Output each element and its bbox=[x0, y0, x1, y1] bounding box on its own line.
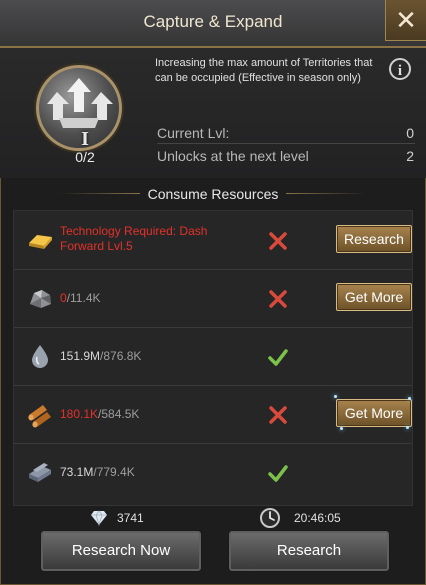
steel-need: /779.4K bbox=[93, 465, 135, 479]
consume-resources-title: Consume Resources bbox=[147, 186, 279, 202]
oil-drop-icon bbox=[32, 345, 48, 368]
check-icon bbox=[268, 349, 288, 366]
close-button[interactable]: ✕ bbox=[385, 0, 426, 41]
wood-logs-icon bbox=[28, 405, 51, 428]
clock-icon bbox=[260, 508, 280, 528]
stats-divider bbox=[157, 143, 415, 144]
next-unlock-value: 2 bbox=[406, 148, 414, 164]
research-tech-button[interactable]: Research bbox=[336, 225, 412, 253]
oil-need: /876.8K bbox=[100, 349, 142, 363]
section-ornament-right bbox=[286, 193, 366, 194]
current-level-value: 0 bbox=[406, 125, 414, 141]
research-button[interactable]: Research bbox=[229, 531, 389, 571]
resource-row-iron: 0/11.4K Get More bbox=[14, 269, 412, 328]
gems-cost: 3741 bbox=[117, 511, 144, 525]
sparkle-effect bbox=[406, 426, 409, 429]
cross-icon bbox=[269, 232, 287, 250]
steel-amount: 73.1M/779.4K bbox=[60, 465, 135, 479]
iron-have: 0 bbox=[60, 291, 67, 305]
info-icon[interactable]: i bbox=[389, 58, 411, 80]
wood-amount: 180.1K/584.5K bbox=[60, 407, 139, 421]
iron-ore-icon bbox=[30, 290, 51, 308]
research-time: 20:46:05 bbox=[294, 511, 341, 525]
get-more-iron-button[interactable]: Get More bbox=[336, 283, 412, 311]
resource-list: Technology Required: Dash Forward Lvl.5 … bbox=[13, 210, 413, 506]
wood-have: 180.1K bbox=[60, 407, 99, 421]
cross-icon bbox=[269, 290, 287, 308]
close-icon: ✕ bbox=[395, 4, 417, 35]
diamond-icon bbox=[91, 510, 107, 526]
title-bar: Capture & Expand ✕ bbox=[0, 0, 426, 48]
sparkle-effect bbox=[408, 397, 411, 400]
oil-amount: 151.9M/876.8K bbox=[60, 349, 141, 363]
sparkle-effect bbox=[340, 427, 343, 430]
current-level-label: Current Lvl: bbox=[157, 125, 230, 141]
get-more-wood-button[interactable]: Get More bbox=[336, 399, 412, 427]
resource-row-wood: 180.1K/584.5K Get More bbox=[14, 385, 412, 444]
skill-progress: 0/2 bbox=[75, 149, 95, 165]
resource-row-tech: Technology Required: Dash Forward Lvl.5 … bbox=[14, 211, 412, 270]
cross-icon bbox=[269, 406, 287, 424]
steel-bars-icon bbox=[29, 463, 51, 482]
resource-row-steel: 73.1M/779.4K bbox=[14, 443, 412, 501]
steel-have: 73.1M bbox=[60, 465, 94, 479]
iron-amount: 0/11.4K bbox=[60, 291, 101, 305]
tech-requirement-text: Technology Required: Dash Forward Lvl.5 bbox=[60, 224, 208, 253]
skill-description: Increasing the max amount of Territories… bbox=[155, 57, 373, 84]
oil-have: 151.9M bbox=[60, 349, 101, 363]
wood-need: /584.5K bbox=[98, 407, 140, 421]
dialog-title: Capture & Expand bbox=[143, 12, 283, 31]
research-now-button[interactable]: Research Now bbox=[41, 531, 201, 571]
sparkle-effect bbox=[334, 395, 337, 398]
skill-level-roman: I bbox=[81, 128, 89, 150]
next-unlock-label: Unlocks at the next level bbox=[157, 148, 309, 164]
iron-need: /11.4K bbox=[66, 291, 101, 305]
check-icon bbox=[268, 465, 288, 482]
resource-row-oil: 151.9M/876.8K bbox=[14, 327, 412, 386]
gold-bar-icon bbox=[29, 235, 52, 249]
